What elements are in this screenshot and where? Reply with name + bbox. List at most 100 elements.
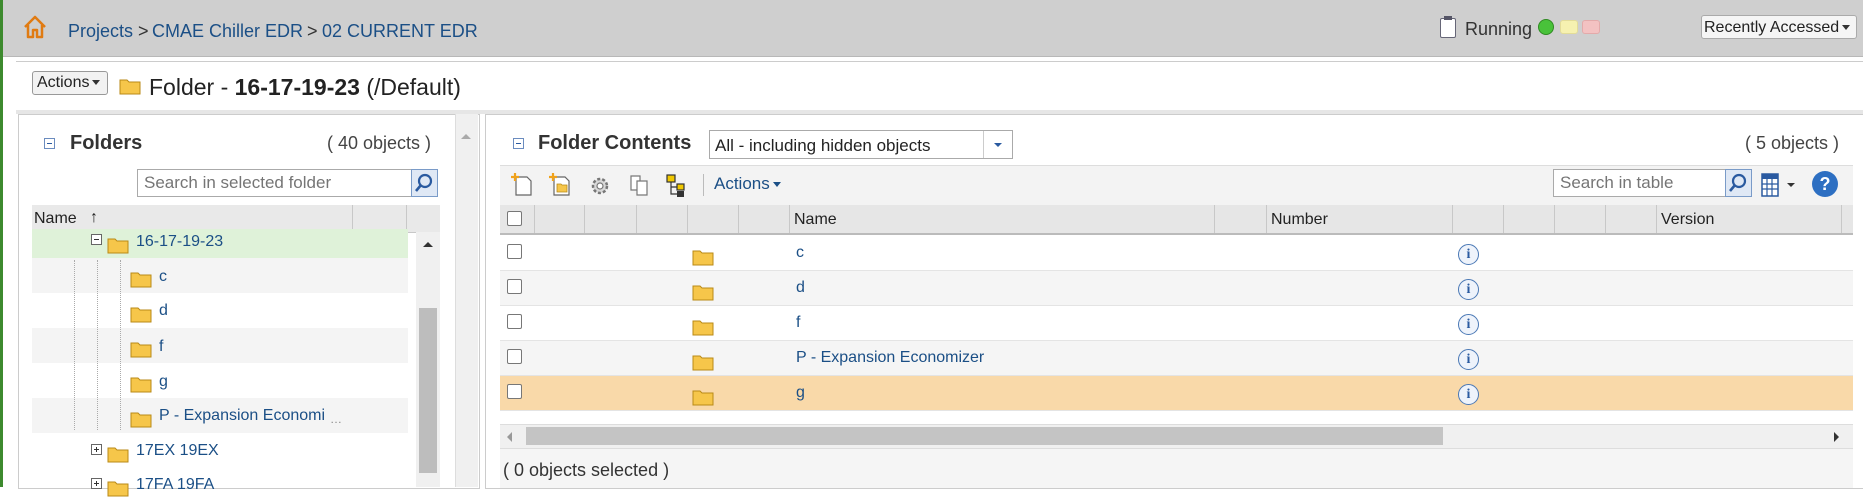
column-blank[interactable] [1503,205,1554,233]
row-checkbox[interactable] [507,314,522,329]
folder-icon [130,307,152,323]
status-light-red [1582,20,1600,34]
visibility-filter-select[interactable]: All - including hidden objects [709,130,1013,159]
tree-row[interactable] [32,258,408,293]
folder-icon [107,238,129,254]
row-checkbox[interactable] [507,384,522,399]
folder-search-button[interactable] [411,169,438,197]
structure-icon[interactable] [665,172,691,198]
folder-icon [130,377,152,393]
header-actions-label: Actions [37,74,90,91]
chevron-down-icon[interactable] [983,131,1012,158]
scroll-right-icon[interactable] [1833,431,1841,443]
breadcrumb-projects[interactable]: Projects [68,21,133,42]
table-search-field[interactable] [1553,169,1726,197]
tree-row[interactable] [32,328,408,363]
new-folder-icon[interactable] [548,172,574,198]
row-name-d[interactable]: d [796,279,805,297]
folder-icon [107,447,129,463]
tree-item-16-17-19-23[interactable]: 16-17-19-23 [136,233,223,251]
folder-search-input[interactable] [138,170,411,196]
column-name[interactable]: Name [789,205,1214,233]
new-document-icon[interactable] [510,172,536,198]
scroll-up-icon[interactable] [460,132,472,140]
column-icon-2[interactable] [584,205,636,233]
row-name-c[interactable]: c [796,244,804,262]
tree-item-p-expansion[interactable]: P - Expansion Economi [159,407,337,425]
header-actions-button[interactable]: Actions [32,71,108,95]
panel-scrollbar[interactable] [455,114,478,487]
breadcrumb-separator: > [138,21,149,41]
scroll-left-icon[interactable] [505,431,513,443]
search-icon [415,173,433,192]
column-blank[interactable] [1214,205,1266,233]
scroll-up-icon[interactable] [422,240,434,248]
folder-icon [692,320,714,336]
info-icon[interactable]: i [1458,384,1479,405]
table-view-icon[interactable] [1760,172,1782,198]
chevron-down-icon[interactable] [1786,181,1796,189]
column-more[interactable] [1841,205,1853,233]
collapse-folders-icon[interactable] [44,138,55,149]
tree-item-g[interactable]: g [159,373,168,391]
table-search-button[interactable] [1725,169,1752,197]
info-icon[interactable]: i [1458,314,1479,335]
column-blank[interactable] [1554,205,1605,233]
folders-title: Folders [70,132,143,154]
column-icon-1[interactable] [534,205,584,233]
recently-accessed-button[interactable]: Recently Accessed [1701,15,1857,39]
horizontal-scrollbar-thumb[interactable] [526,427,1443,445]
status-light-yellow [1560,20,1578,34]
accent-stripe [0,0,3,487]
toolbar-divider [703,174,704,196]
breadcrumb-project[interactable]: CMAE Chiller EDR [152,21,303,42]
tree-guide [120,260,122,430]
breadcrumb-current[interactable]: 02 CURRENT EDR [322,21,478,42]
table-search-input[interactable] [1554,170,1725,196]
info-icon[interactable]: i [1458,244,1479,265]
select-all-checkbox[interactable] [507,211,522,226]
row-name-g[interactable]: g [796,384,805,402]
collapse-contents-icon[interactable] [513,138,524,149]
tree-guide [97,260,99,430]
toolbar-actions-button[interactable]: Actions [714,174,781,194]
row-checkbox[interactable] [507,349,522,364]
help-icon[interactable]: ? [1812,171,1838,197]
folder-icon [692,285,714,301]
page-title: Folder - 16-17-19-23 (/Default) [149,74,461,101]
tree-item-17ex-19ex[interactable]: 17EX 19EX [136,442,219,460]
column-blank[interactable] [1605,205,1656,233]
column-icon-5[interactable] [738,205,789,233]
page-title-name: 16-17-19-23 [234,74,360,100]
row-checkbox[interactable] [507,244,522,259]
truncation-ellipsis: … [330,412,342,426]
copy-icon[interactable] [627,172,653,198]
tree-item-c[interactable]: c [159,268,167,286]
column-version[interactable]: Version [1656,205,1841,233]
column-divider [352,205,353,232]
contents-count: ( 5 objects ) [1745,133,1840,153]
column-icon-3[interactable] [636,205,687,233]
tree-item-f[interactable]: f [159,338,163,356]
folder-search-field[interactable] [137,169,412,197]
row-name-p-expansion-economizer[interactable]: P - Expansion Economizer [796,349,984,367]
collapse-node-icon[interactable] [91,234,102,245]
info-icon[interactable]: i [1458,349,1479,370]
tree-item-d[interactable]: d [159,302,168,320]
expand-node-icon[interactable] [91,478,102,489]
info-icon[interactable]: i [1458,279,1479,300]
tree-scrollbar-thumb[interactable] [419,308,437,473]
home-icon[interactable] [22,14,48,40]
row-name-f[interactable]: f [796,314,800,332]
folders-name-column[interactable]: Name [34,210,77,228]
column-icon-4[interactable] [687,205,738,233]
toolbar-actions-label: Actions [714,174,770,193]
expand-node-icon[interactable] [91,444,102,455]
tree-item-17fa-19fa[interactable]: 17FA 19FA [136,476,214,494]
column-info[interactable] [1452,205,1503,233]
row-checkbox[interactable] [507,279,522,294]
selection-status: ( 0 objects selected ) [503,460,670,480]
settings-gear-icon[interactable] [587,172,613,198]
column-number[interactable]: Number [1266,205,1452,233]
sort-ascending-icon[interactable]: ↑ [90,209,98,227]
